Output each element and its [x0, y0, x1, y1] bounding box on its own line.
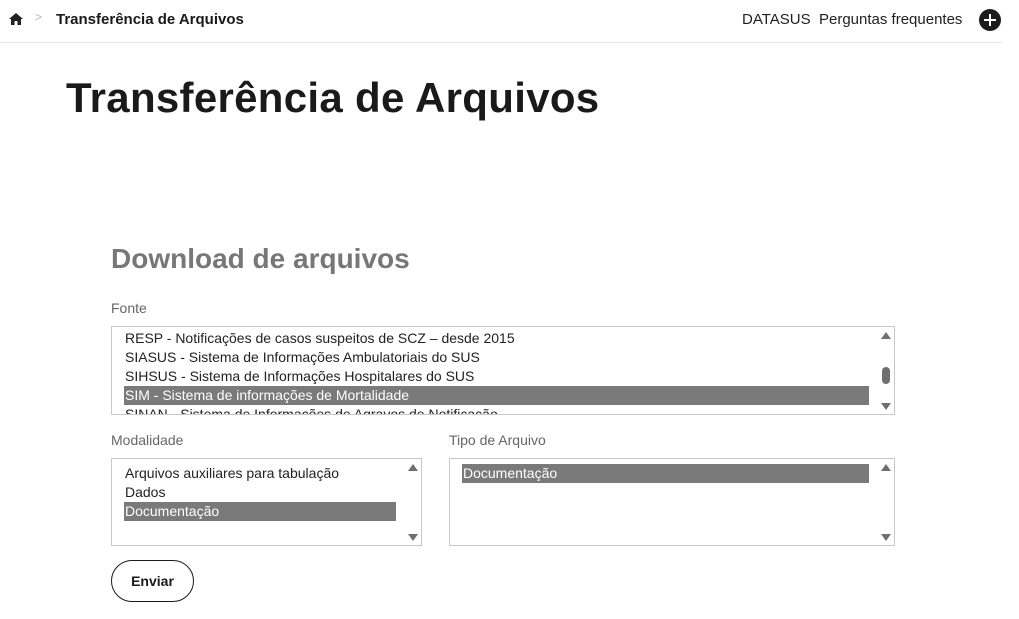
breadcrumb-separator: > — [35, 10, 43, 24]
fonte-listbox[interactable]: RESP - Notificações de casos suspeitos d… — [111, 326, 895, 415]
fonte-option[interactable]: SIASUS - Sistema de Informações Ambulato… — [124, 348, 480, 367]
fonte-option[interactable]: SIHSUS - Sistema de Informações Hospital… — [124, 367, 474, 386]
section-title: Download de arquivos — [111, 243, 410, 274]
scrollbar-thumb[interactable] — [882, 367, 890, 384]
scroll-up-arrow[interactable] — [881, 332, 891, 339]
page-title: Transferência de Arquivos — [66, 74, 600, 121]
tipo-arquivo-label: Tipo de Arquivo — [449, 432, 546, 448]
modalidade-option[interactable]: Arquivos auxiliares para tabulação — [124, 464, 339, 483]
scroll-down-arrow[interactable] — [408, 534, 418, 541]
scroll-down-arrow[interactable] — [881, 534, 891, 541]
fonte-label: Fonte — [111, 300, 147, 316]
breadcrumb-current: Transferência de Arquivos — [56, 11, 244, 28]
scroll-down-arrow[interactable] — [881, 403, 891, 410]
fonte-option-selected[interactable]: SIM - Sistema de informações de Mortalid… — [124, 386, 869, 405]
tipo-arquivo-listbox[interactable]: Documentação — [449, 458, 895, 546]
modalidade-listbox[interactable]: Arquivos auxiliares para tabulação Dados… — [111, 458, 422, 546]
nav-link-faq[interactable]: Perguntas frequentes — [819, 11, 962, 28]
modalidade-option[interactable]: Dados — [124, 483, 165, 502]
fonte-option[interactable]: SINAN - Sistema de Informações de Agravo… — [124, 405, 498, 414]
fonte-option[interactable]: RESP - Notificações de casos suspeitos d… — [124, 329, 515, 348]
enviar-button[interactable]: Enviar — [111, 560, 194, 602]
tipo-arquivo-option-selected[interactable]: Documentação — [462, 464, 869, 483]
home-icon[interactable] — [8, 11, 24, 27]
plus-icon[interactable] — [979, 9, 1001, 31]
modalidade-option-selected[interactable]: Documentação — [124, 502, 396, 521]
modalidade-label: Modalidade — [111, 432, 184, 448]
scroll-up-arrow[interactable] — [881, 464, 891, 471]
scroll-up-arrow[interactable] — [408, 464, 418, 471]
top-bar: > Transferência de Arquivos DATASUS Perg… — [0, 0, 1002, 43]
nav-link-datasus[interactable]: DATASUS — [742, 11, 811, 28]
